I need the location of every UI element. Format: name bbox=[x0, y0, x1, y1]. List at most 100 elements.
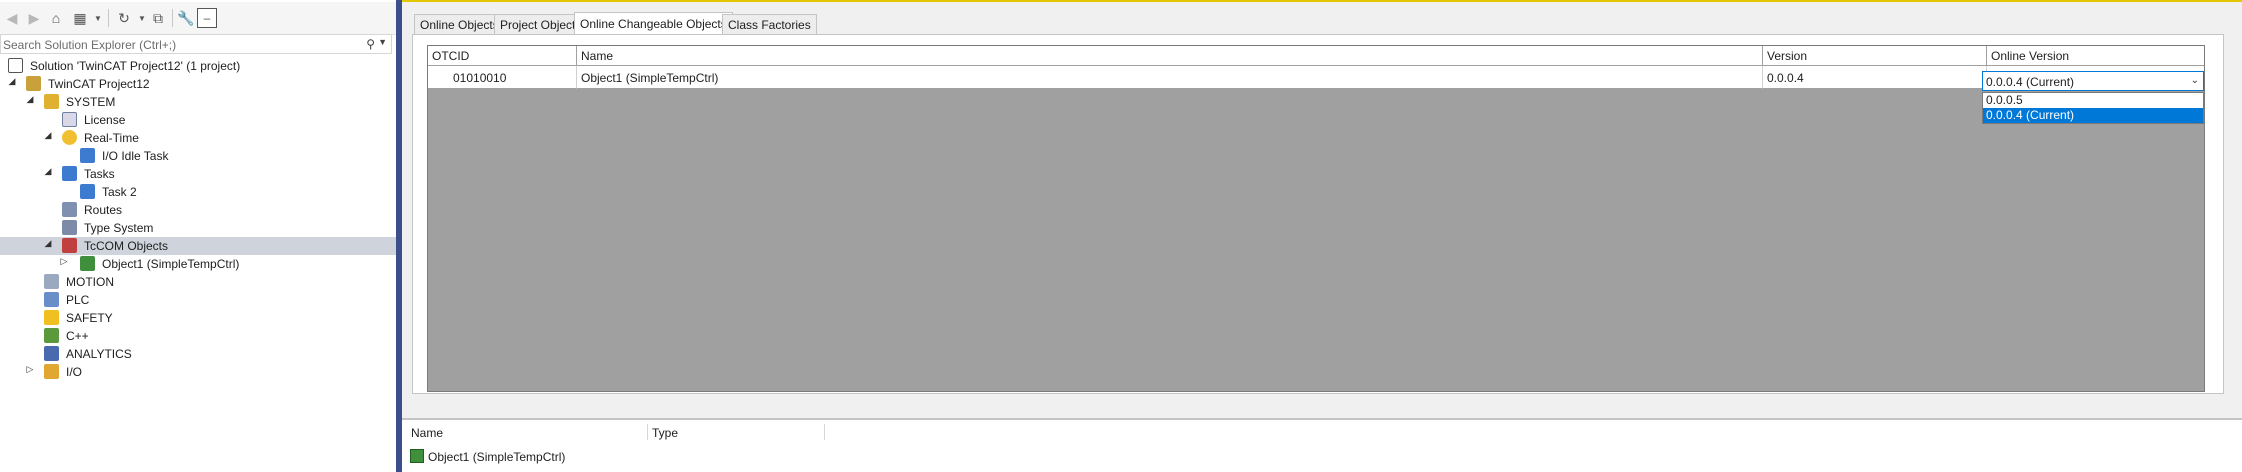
collapse-arrow-icon[interactable]: ◢ bbox=[42, 130, 54, 141]
object-icon bbox=[80, 256, 95, 271]
back-icon[interactable]: ◀ bbox=[2, 8, 22, 28]
switch-views-icon[interactable]: ▦ bbox=[70, 8, 90, 28]
solution-explorer: ◀ ▶ ⌂ ▦ ▼ ↻ ▼ ⧉ 🔧 – Search Solution Expl… bbox=[0, 0, 396, 472]
preview-icon[interactable]: – bbox=[197, 8, 217, 28]
solution-icon bbox=[8, 58, 23, 73]
tree-item-io[interactable]: ▷ I/O bbox=[0, 363, 396, 381]
tree-item-system[interactable]: ◢ SYSTEM bbox=[0, 93, 396, 111]
task-icon bbox=[80, 184, 95, 199]
type-system-icon bbox=[62, 220, 77, 235]
online-version-dropdown-list: 0.0.0.5 0.0.0.4 (Current) bbox=[1982, 92, 2204, 124]
editor-top-border bbox=[402, 0, 2242, 2]
online-version-select[interactable]: 0.0.0.4 (Current) ⌄ bbox=[1982, 71, 2204, 91]
toolbar-separator bbox=[172, 9, 173, 27]
collapse-all-icon[interactable]: ⧉ bbox=[148, 8, 168, 28]
tccom-objects-icon bbox=[62, 238, 77, 253]
home-icon[interactable]: ⌂ bbox=[46, 8, 66, 28]
switch-views-dropdown-icon[interactable]: ▼ bbox=[88, 8, 108, 28]
tree-item-label: Task 2 bbox=[102, 185, 137, 199]
column-header-otcid[interactable]: OTCID bbox=[428, 46, 577, 66]
list-item[interactable]: Object1 (SimpleTempCtrl) bbox=[428, 450, 565, 464]
tree-item-routes[interactable]: Routes bbox=[0, 201, 396, 219]
tree-item-object1[interactable]: ▷ Object1 (SimpleTempCtrl) bbox=[0, 255, 396, 273]
cell-version[interactable]: 0.0.0.4 bbox=[1763, 66, 1987, 89]
tree-item-tasks[interactable]: ◢ Tasks bbox=[0, 165, 396, 183]
history-icon[interactable]: ↻ bbox=[114, 8, 134, 28]
column-header-name[interactable]: Name bbox=[411, 426, 443, 440]
tree-item-label: Object1 (SimpleTempCtrl) bbox=[102, 257, 240, 271]
expand-arrow-icon[interactable]: ▷ bbox=[24, 364, 36, 375]
tree-item-label: SYSTEM bbox=[66, 95, 116, 109]
column-header-type[interactable]: Type bbox=[652, 426, 678, 440]
tree-item-label: C++ bbox=[66, 329, 89, 343]
analytics-icon bbox=[44, 346, 59, 361]
tree-item-label: ANALYTICS bbox=[66, 347, 132, 361]
search-input[interactable]: Search Solution Explorer (Ctrl+;) ⚲ ▼ bbox=[0, 34, 392, 54]
tree-item-label: Tasks bbox=[84, 167, 115, 181]
tree-item-label: Real-Time bbox=[84, 131, 139, 145]
tree-item-solution[interactable]: Solution 'TwinCAT Project12' (1 project) bbox=[0, 57, 396, 75]
tree-item-task2[interactable]: Task 2 bbox=[0, 183, 396, 201]
bottom-details-panel: Name Type Object1 (SimpleTempCtrl) bbox=[402, 418, 2242, 472]
tree-item-label: I/O Idle Task bbox=[102, 149, 169, 163]
dropdown-option-highlighted[interactable]: 0.0.0.4 (Current) bbox=[1983, 108, 2203, 123]
collapse-arrow-icon[interactable]: ◢ bbox=[6, 76, 18, 87]
tree-item-analytics[interactable]: ANALYTICS bbox=[0, 345, 396, 363]
tree-item-label: TcCOM Objects bbox=[84, 239, 169, 253]
column-separator bbox=[824, 424, 825, 440]
tab-online-objects[interactable]: Online Objects bbox=[414, 14, 505, 34]
column-header-online-version[interactable]: Online Version bbox=[1987, 46, 2204, 66]
tree-item-project[interactable]: ◢ TwinCAT Project12 bbox=[0, 75, 396, 93]
tree-item-label: MOTION bbox=[66, 275, 114, 289]
realtime-icon bbox=[62, 130, 77, 145]
cpp-icon bbox=[44, 328, 59, 343]
tree-item-label: Type System bbox=[84, 221, 154, 235]
collapse-arrow-icon[interactable]: ◢ bbox=[42, 238, 54, 249]
online-version-selected-value: 0.0.0.4 (Current) bbox=[1986, 75, 2075, 89]
license-icon bbox=[62, 112, 77, 127]
tree-item-label: License bbox=[84, 113, 126, 127]
solution-explorer-toolbar: ◀ ▶ ⌂ ▦ ▼ ↻ ▼ ⧉ 🔧 – bbox=[0, 2, 396, 35]
column-header-version[interactable]: Version bbox=[1763, 46, 1987, 66]
forward-icon[interactable]: ▶ bbox=[24, 8, 44, 28]
expand-arrow-icon[interactable]: ▷ bbox=[58, 256, 70, 267]
object-icon bbox=[410, 449, 424, 463]
tab-online-changeable-objects[interactable]: Online Changeable Objects bbox=[574, 12, 733, 35]
task-icon bbox=[80, 148, 95, 163]
tree-item-label: TwinCAT Project12 bbox=[48, 77, 150, 91]
tree-item-io-idle-task[interactable]: I/O Idle Task bbox=[0, 147, 396, 165]
tree-item-license[interactable]: License bbox=[0, 111, 396, 129]
cell-name[interactable]: Object1 (SimpleTempCtrl) bbox=[577, 66, 1763, 89]
tree-item-motion[interactable]: MOTION bbox=[0, 273, 396, 291]
tree-item-type-system[interactable]: Type System bbox=[0, 219, 396, 237]
cell-otcid[interactable]: 01010010 bbox=[428, 66, 577, 89]
tree-item-label: Solution 'TwinCAT Project12' (1 project) bbox=[30, 59, 241, 73]
search-options-dropdown-icon[interactable]: ▼ bbox=[378, 37, 387, 47]
tab-class-factories[interactable]: Class Factories bbox=[722, 14, 817, 34]
routes-icon bbox=[62, 202, 77, 217]
tree-item-safety[interactable]: SAFETY bbox=[0, 309, 396, 327]
twincat-project-icon bbox=[26, 76, 41, 91]
search-icon[interactable]: ⚲ bbox=[366, 37, 375, 51]
tree-item-label: PLC bbox=[66, 293, 90, 307]
tree-item-cpp[interactable]: C++ bbox=[0, 327, 396, 345]
toolbar-separator bbox=[108, 9, 109, 27]
tree-item-realtime[interactable]: ◢ Real-Time bbox=[0, 129, 396, 147]
tree-item-plc[interactable]: PLC bbox=[0, 291, 396, 309]
system-icon bbox=[44, 94, 59, 109]
collapse-arrow-icon[interactable]: ◢ bbox=[24, 94, 36, 105]
motion-icon bbox=[44, 274, 59, 289]
tree-item-label: I/O bbox=[66, 365, 83, 379]
chevron-down-icon[interactable]: ⌄ bbox=[2191, 75, 2199, 86]
online-changeable-objects-grid: OTCID Name Version Online Version 010100… bbox=[427, 45, 2205, 392]
search-placeholder: Search Solution Explorer (Ctrl+;) bbox=[3, 38, 177, 52]
dropdown-option[interactable]: 0.0.0.5 bbox=[1983, 93, 2203, 108]
tree-item-tccom-objects[interactable]: ◢ TcCOM Objects bbox=[0, 237, 396, 255]
column-header-name[interactable]: Name bbox=[577, 46, 1763, 66]
tree-item-label: Routes bbox=[84, 203, 123, 217]
tree-item-label: SAFETY bbox=[66, 311, 113, 325]
collapse-arrow-icon[interactable]: ◢ bbox=[42, 166, 54, 177]
column-separator bbox=[647, 424, 648, 440]
properties-icon[interactable]: 🔧 bbox=[176, 8, 196, 28]
safety-icon bbox=[44, 310, 59, 325]
